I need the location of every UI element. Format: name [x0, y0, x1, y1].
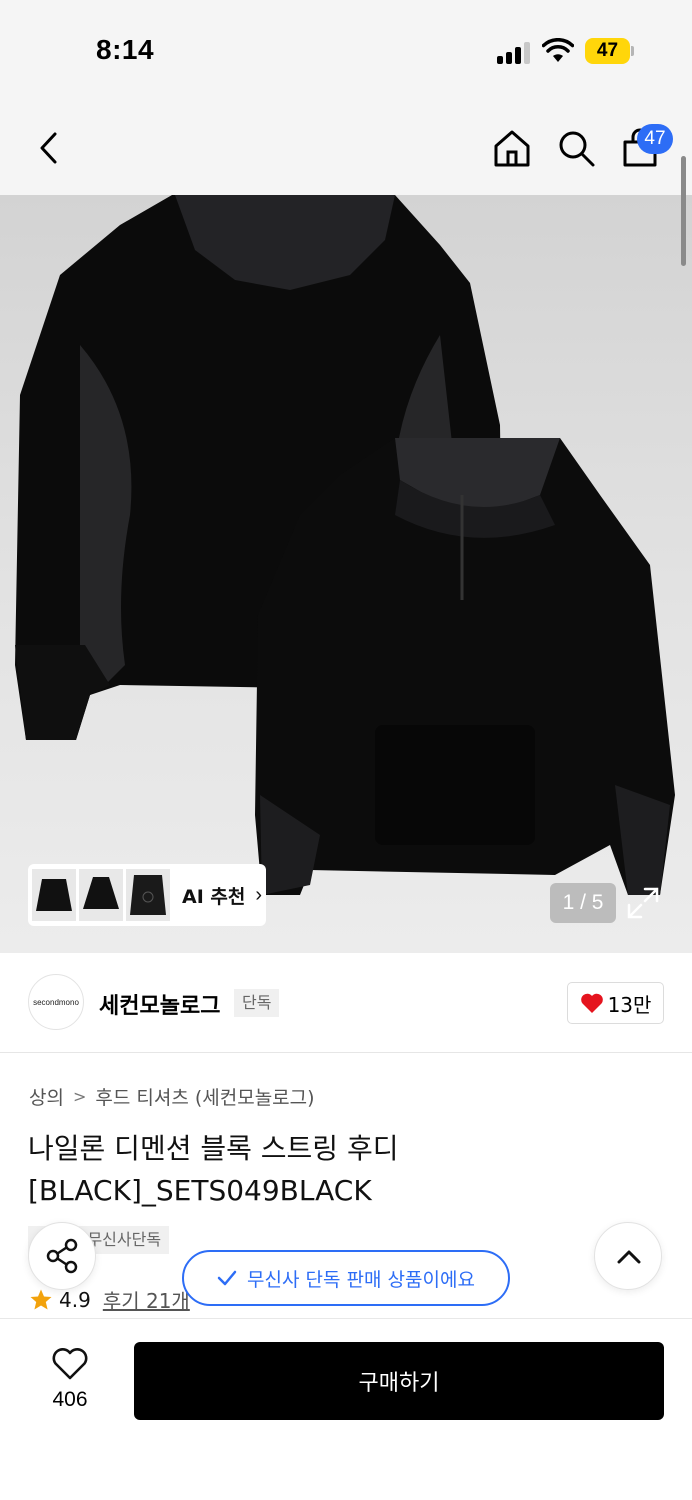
chevron-right-icon: ›: [255, 883, 263, 906]
exclusive-badge: 단독: [234, 989, 280, 1017]
breadcrumb-item[interactable]: 후드 티셔츠 (세컨모놀로그): [95, 1083, 314, 1110]
heart-outline-icon: [52, 1348, 88, 1380]
heart-filled-icon: [580, 993, 603, 1013]
exclusive-sale-text: 무신사 단독 판매 상품이에요: [247, 1268, 475, 1291]
hoodie-front-view: [255, 438, 675, 895]
recommendation-thumbnail[interactable]: [32, 869, 76, 921]
product-photo: [15, 195, 675, 895]
ai-recommendation-label: AI 추천: [182, 885, 246, 908]
wishlist-count: 406: [52, 1388, 88, 1411]
chevron-up-icon: [617, 1250, 641, 1264]
check-icon: [217, 1270, 237, 1286]
share-icon: [46, 1238, 78, 1274]
cart-count-badge: 47: [637, 124, 673, 154]
recommendation-thumbnail[interactable]: [79, 869, 123, 921]
exclusive-sale-notice: 무신사 단독 판매 상품이에요: [182, 1250, 510, 1306]
product-image-gallery[interactable]: AI 추천 › 1 / 5: [0, 195, 692, 953]
battery-level: 47: [596, 40, 619, 61]
battery-icon: 47: [585, 38, 635, 64]
review-count-link[interactable]: 후기 21개: [103, 1285, 190, 1314]
rating-score: 4.9: [59, 1287, 91, 1312]
recommendation-thumbnail[interactable]: [126, 869, 170, 921]
scroll-to-top-button[interactable]: [594, 1222, 662, 1290]
brand-logo[interactable]: secondmono: [28, 974, 84, 1030]
breadcrumb: 상의 > 후드 티셔츠 (세컨모놀로그): [29, 1083, 315, 1110]
scrollbar[interactable]: [681, 156, 686, 266]
expand-icon[interactable]: [625, 885, 661, 921]
status-bar: 8:14 47: [0, 0, 692, 100]
buy-button[interactable]: 구매하기: [134, 1342, 664, 1420]
brand-like-count: 13만: [607, 992, 652, 1017]
share-button[interactable]: [28, 1222, 96, 1290]
star-icon: [30, 1289, 52, 1309]
ai-recommendation-strip[interactable]: AI 추천 ›: [28, 864, 266, 926]
bottom-purchase-bar: 406 구매하기: [0, 1318, 692, 1500]
wishlist-button[interactable]: 406: [40, 1347, 100, 1412]
home-icon[interactable]: [492, 128, 532, 168]
wifi-icon: [542, 38, 574, 62]
brand-row: secondmono 세컨모놀로그 단독 13만: [0, 953, 692, 1053]
cellular-signal-icon: [497, 40, 533, 64]
chevron-right-icon: >: [72, 1087, 87, 1106]
product-title: 나일론 디멘션 블록 스트링 후디 [BLACK]_SETS049BLACK: [28, 1132, 399, 1207]
brand-name[interactable]: 세컨모놀로그: [99, 988, 220, 1020]
top-navigation: [0, 100, 692, 195]
breadcrumb-item[interactable]: 상의: [29, 1083, 64, 1110]
image-page-counter: 1 / 5: [550, 883, 616, 923]
status-time: 8:14: [96, 34, 155, 65]
search-icon[interactable]: [556, 128, 596, 168]
brand-like-button[interactable]: 13만: [567, 982, 664, 1024]
back-arrow-icon[interactable]: [30, 128, 70, 168]
